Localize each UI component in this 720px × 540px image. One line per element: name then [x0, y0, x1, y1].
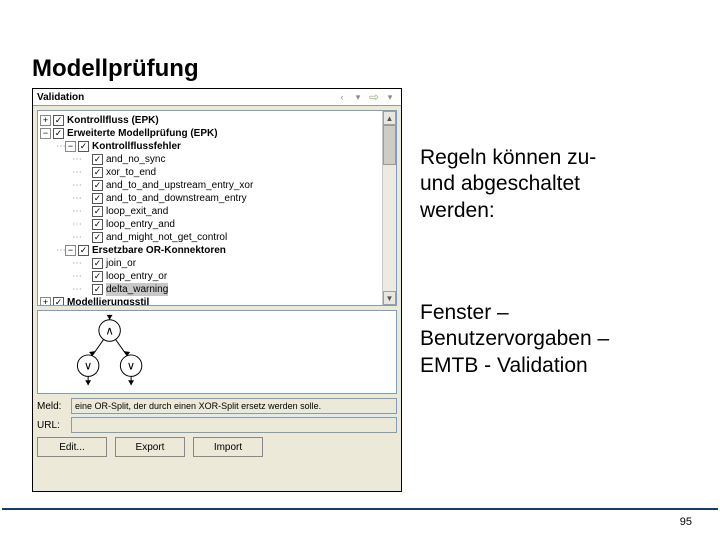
tree-node[interactable]: ⋯−✓Kontrollflussfehler — [40, 140, 394, 153]
edit-button[interactable]: Edit... — [37, 437, 107, 457]
rule-checkbox[interactable]: ✓ — [92, 154, 103, 165]
rule-checkbox[interactable]: ✓ — [92, 232, 103, 243]
dialog-titlebar: Validation ‹ ▾ ⇨ ▾ — [33, 89, 401, 106]
rule-checkbox[interactable]: ✓ — [92, 271, 103, 282]
nav-back-drop-icon[interactable]: ▾ — [351, 90, 365, 104]
nav-forward-icon[interactable]: ⇨ — [367, 90, 381, 104]
page-number: 95 — [680, 516, 692, 528]
nav-back-icon[interactable]: ‹ — [335, 90, 349, 104]
rule-label[interactable]: and_to_and_upstream_entry_xor — [106, 179, 253, 192]
rule-label[interactable]: Kontrollfluss (EPK) — [67, 114, 159, 127]
rule-tree-content: +✓Kontrollfluss (EPK)−✓Erweiterte Modell… — [38, 111, 396, 306]
note-path-l2: Benutzervorgaben – — [420, 326, 609, 352]
tree-node[interactable]: ⋯✓and_to_and_upstream_entry_xor — [40, 179, 394, 192]
note-path: Fenster – Benutzervorgaben – EMTB - Vali… — [420, 300, 609, 379]
rule-label[interactable]: loop_entry_and — [106, 218, 175, 231]
rule-label[interactable]: Modellierungsstil — [67, 296, 149, 306]
tree-node[interactable]: −✓Erweiterte Modellprüfung (EPK) — [40, 127, 394, 140]
dialog-title: Validation — [37, 92, 84, 103]
message-field[interactable] — [71, 398, 397, 414]
scroll-up-icon[interactable]: ▲ — [383, 111, 396, 125]
rule-label[interactable]: and_to_and_downstream_entry — [106, 192, 247, 205]
rule-label[interactable]: Ersetzbare OR-Konnektoren — [92, 244, 226, 257]
url-label: URL: — [37, 420, 67, 431]
scroll-down-icon[interactable]: ▼ — [383, 291, 396, 305]
validation-dialog: Validation ‹ ▾ ⇨ ▾ +✓Kontrollfluss (EPK)… — [32, 88, 402, 492]
note-rules-l1: Regeln können zu- — [420, 145, 596, 171]
export-button[interactable]: Export — [115, 437, 185, 457]
rule-label[interactable]: loop_exit_and — [106, 205, 168, 218]
diagram-preview: ∧ ∨ ∨ — [37, 310, 397, 394]
tree-node[interactable]: ⋯✓join_or — [40, 257, 394, 270]
note-path-l1: Fenster – — [420, 300, 609, 326]
tree-node[interactable]: +✓Kontrollfluss (EPK) — [40, 114, 394, 127]
rule-checkbox[interactable]: ✓ — [53, 115, 64, 126]
rule-checkbox[interactable]: ✓ — [92, 258, 103, 269]
tree-scrollbar[interactable]: ▲ ▼ — [382, 111, 396, 305]
rule-tree: +✓Kontrollfluss (EPK)−✓Erweiterte Modell… — [37, 110, 397, 306]
tree-node[interactable]: ⋯✓loop_exit_and — [40, 205, 394, 218]
tree-node[interactable]: ⋯✓and_might_not_get_control — [40, 231, 394, 244]
rule-label[interactable]: loop_entry_or — [106, 270, 167, 283]
rule-label[interactable]: delta_warning — [106, 283, 168, 296]
scroll-thumb[interactable] — [383, 125, 396, 165]
rule-checkbox[interactable]: ✓ — [92, 180, 103, 191]
button-row: Edit... Export Import — [37, 437, 397, 457]
rule-checkbox[interactable]: ✓ — [92, 193, 103, 204]
rule-checkbox[interactable]: ✓ — [92, 284, 103, 295]
tree-node[interactable]: ⋯✓loop_entry_or — [40, 270, 394, 283]
rule-checkbox[interactable]: ✓ — [78, 141, 89, 152]
rule-checkbox[interactable]: ✓ — [53, 128, 64, 139]
note-rules-l2: und abgeschaltet — [420, 171, 596, 197]
svg-text:∧: ∧ — [105, 324, 114, 337]
page-title: Modellprüfung — [32, 55, 199, 83]
tree-node[interactable]: ⋯−✓Ersetzbare OR-Konnektoren — [40, 244, 394, 257]
rule-checkbox[interactable]: ✓ — [53, 297, 64, 306]
tree-node[interactable]: ⋯✓and_to_and_downstream_entry — [40, 192, 394, 205]
rule-checkbox[interactable]: ✓ — [78, 245, 89, 256]
collapse-icon[interactable]: − — [40, 128, 51, 139]
tree-node[interactable]: ⋯✓xor_to_end — [40, 166, 394, 179]
rule-label[interactable]: Erweiterte Modellprüfung (EPK) — [67, 127, 218, 140]
message-label: Meld: — [37, 401, 67, 412]
expand-icon[interactable]: + — [40, 115, 51, 126]
footer-divider — [2, 508, 718, 510]
collapse-icon[interactable]: − — [65, 245, 76, 256]
import-button[interactable]: Import — [193, 437, 263, 457]
note-path-l3: EMTB - Validation — [420, 353, 609, 379]
tree-node[interactable]: ⋯✓and_no_sync — [40, 153, 394, 166]
svg-text:∨: ∨ — [84, 360, 93, 373]
nav-forward-drop-icon[interactable]: ▾ — [383, 90, 397, 104]
tree-node[interactable]: ⋯✓delta_warning — [40, 283, 394, 296]
rule-label[interactable]: and_might_not_get_control — [106, 231, 227, 244]
rule-checkbox[interactable]: ✓ — [92, 206, 103, 217]
note-rules: Regeln können zu- und abgeschaltet werde… — [420, 145, 596, 224]
rule-label[interactable]: Kontrollflussfehler — [92, 140, 181, 153]
tree-node[interactable]: +✓Modellierungsstil — [40, 296, 394, 306]
url-row: URL: — [37, 417, 397, 433]
expand-icon[interactable]: + — [40, 297, 51, 306]
note-rules-l3: werden: — [420, 198, 596, 224]
rule-checkbox[interactable]: ✓ — [92, 167, 103, 178]
dialog-nav: ‹ ▾ ⇨ ▾ — [335, 90, 397, 104]
message-row: Meld: — [37, 398, 397, 414]
svg-text:∨: ∨ — [127, 360, 136, 373]
tree-node[interactable]: ⋯✓loop_entry_and — [40, 218, 394, 231]
rule-label[interactable]: join_or — [106, 257, 136, 270]
rule-label[interactable]: xor_to_end — [106, 166, 156, 179]
rule-label[interactable]: and_no_sync — [106, 153, 166, 166]
url-field[interactable] — [71, 417, 397, 433]
rule-checkbox[interactable]: ✓ — [92, 219, 103, 230]
collapse-icon[interactable]: − — [65, 141, 76, 152]
